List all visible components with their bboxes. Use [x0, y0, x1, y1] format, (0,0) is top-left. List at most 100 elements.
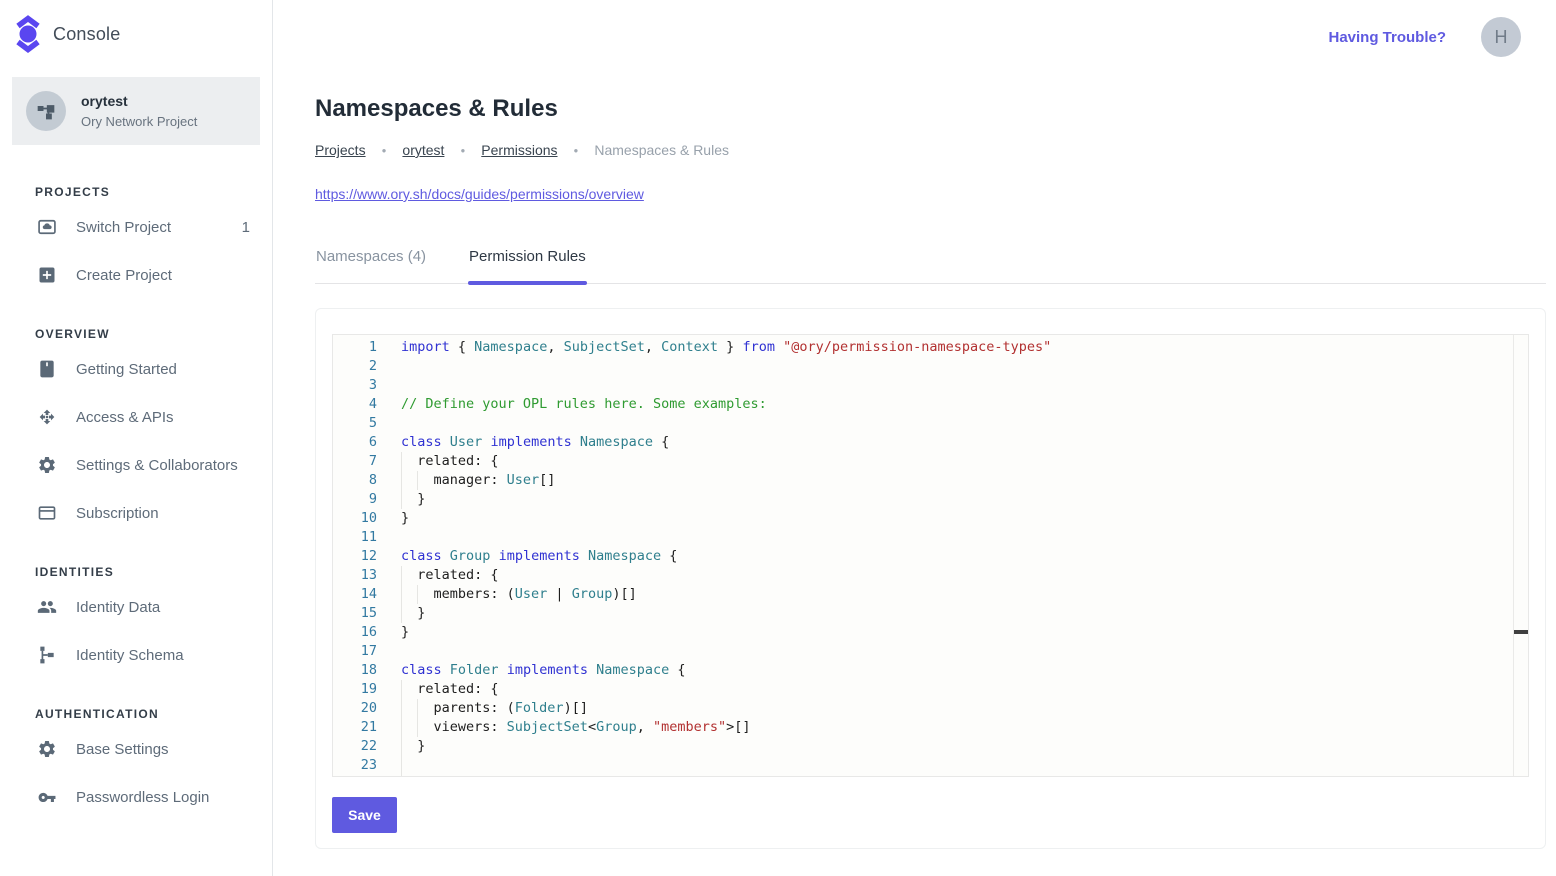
- sidebar-item-base-settings[interactable]: Base Settings: [0, 725, 272, 773]
- project-info: orytest Ory Network Project: [81, 93, 197, 129]
- line-number: 21: [333, 718, 401, 737]
- code-line: 17: [333, 642, 1513, 661]
- indent-guide: [401, 452, 417, 471]
- code-line: 5: [333, 414, 1513, 433]
- main-area: Having Trouble? H Namespaces & Rules Pro…: [273, 0, 1556, 876]
- code-line-text: parents: (Folder)[]: [401, 699, 588, 718]
- user-avatar[interactable]: H: [1481, 17, 1521, 57]
- scrollbar-thumb[interactable]: [1514, 630, 1528, 634]
- sidebar-item-label: Passwordless Login: [76, 789, 209, 806]
- code-line: 22}: [333, 737, 1513, 756]
- line-number: 11: [333, 528, 401, 547]
- indent-guide: [401, 737, 417, 756]
- code-line-text: class Folder implements Namespace {: [401, 661, 686, 680]
- code-line-text: }: [401, 623, 409, 642]
- line-number: 12: [333, 547, 401, 566]
- sidebar-item-switch-project[interactable]: Switch Project 1: [0, 203, 272, 251]
- sidebar-item-label: Identity Schema: [76, 647, 184, 664]
- line-number: 13: [333, 566, 401, 585]
- line-number: 10: [333, 509, 401, 528]
- save-button[interactable]: Save: [332, 797, 397, 833]
- indent-guide: [417, 471, 433, 490]
- indent-guide: [401, 585, 417, 604]
- line-number: 24: [333, 775, 401, 776]
- code-line: 23: [333, 756, 1513, 775]
- sidebar-item-label: Create Project: [76, 267, 172, 284]
- sidebar-item-badge: 1: [242, 219, 250, 236]
- code-line-text: related: {: [401, 452, 499, 471]
- sidebar-item-label: Switch Project: [76, 219, 171, 236]
- line-number: 3: [333, 376, 401, 395]
- code-line-text: class User implements Namespace {: [401, 433, 669, 452]
- code-line: 10}: [333, 509, 1513, 528]
- tab-namespaces-4[interactable]: Namespaces (4): [315, 248, 427, 283]
- line-number: 6: [333, 433, 401, 452]
- sidebar-item-label: Base Settings: [76, 741, 169, 758]
- indent-guide: [401, 604, 417, 623]
- breadcrumb: Projects●orytest●Permissions●Namespaces …: [315, 142, 1546, 158]
- sitemap-icon: [36, 101, 56, 121]
- code-line-text: }: [401, 490, 425, 509]
- code-line-text: import { Namespace, SubjectSet, Context …: [401, 338, 1051, 357]
- code-line-text: }: [401, 509, 409, 528]
- code-line: 20parents: (Folder)[]: [333, 699, 1513, 718]
- code-line: 3: [333, 376, 1513, 395]
- topbar: Having Trouble? H: [273, 0, 1556, 74]
- code-line: 2: [333, 357, 1513, 376]
- line-number: 2: [333, 357, 401, 376]
- sidebar-item-create-project[interactable]: Create Project: [0, 251, 272, 299]
- indent-guide: [401, 775, 417, 776]
- indent-guide: [417, 699, 433, 718]
- sidebar-item-getting-started[interactable]: Getting Started: [0, 345, 272, 393]
- home-logo-link[interactable]: Console: [0, 0, 272, 65]
- indent-guide: [401, 680, 417, 699]
- sidebar-item-subscription[interactable]: Subscription: [0, 489, 272, 537]
- identity-schema-icon: [37, 645, 57, 665]
- switch-project-icon: [37, 217, 57, 237]
- breadcrumb-link[interactable]: Permissions: [481, 142, 557, 158]
- line-number: 15: [333, 604, 401, 623]
- opl-code-editor[interactable]: 1import { Namespace, SubjectSet, Context…: [332, 334, 1529, 777]
- sidebar-item-settings-collaborators[interactable]: Settings & Collaborators: [0, 441, 272, 489]
- indent-guide: [401, 471, 417, 490]
- code-line: 21viewers: SubjectSet<Group, "members">[…: [333, 718, 1513, 737]
- line-number: 17: [333, 642, 401, 661]
- docs-link[interactable]: https://www.ory.sh/docs/guides/permissio…: [315, 186, 644, 202]
- having-trouble-link[interactable]: Having Trouble?: [1328, 29, 1446, 46]
- breadcrumb-link[interactable]: orytest: [402, 142, 444, 158]
- indent-guide: [401, 566, 417, 585]
- line-number: 19: [333, 680, 401, 699]
- breadcrumb-separator-icon: ●: [460, 146, 465, 155]
- code-area: 1import { Namespace, SubjectSet, Context…: [333, 335, 1513, 776]
- project-selector[interactable]: orytest Ory Network Project: [12, 77, 260, 145]
- create-project-icon: [37, 265, 57, 285]
- sidebar-item-identity-data[interactable]: Identity Data: [0, 583, 272, 631]
- line-number: 22: [333, 737, 401, 756]
- line-number: 18: [333, 661, 401, 680]
- sidebar: Console orytest Ory Network Project PROJ…: [0, 0, 273, 876]
- sidebar-item-access-apis[interactable]: Access & APIs: [0, 393, 272, 441]
- subscription-icon: [37, 503, 57, 523]
- tab-permission-rules[interactable]: Permission Rules: [468, 248, 587, 283]
- line-number: 16: [333, 623, 401, 642]
- code-line: 8manager: User[]: [333, 471, 1513, 490]
- code-line: 15}: [333, 604, 1513, 623]
- project-name: orytest: [81, 93, 197, 109]
- code-line: 9}: [333, 490, 1513, 509]
- sidebar-item-identity-schema[interactable]: Identity Schema: [0, 631, 272, 679]
- sidebar-item-passwordless-login[interactable]: Passwordless Login: [0, 773, 272, 821]
- page-content: Namespaces & Rules Projects●orytest●Perm…: [273, 94, 1556, 849]
- code-line: 1import { Namespace, SubjectSet, Context…: [333, 338, 1513, 357]
- project-type: Ory Network Project: [81, 114, 197, 129]
- editor-scrollbar[interactable]: [1513, 335, 1528, 776]
- page-title: Namespaces & Rules: [315, 94, 1546, 124]
- passwordless-icon: [37, 787, 57, 807]
- code-line-text: [401, 756, 417, 775]
- line-number: 5: [333, 414, 401, 433]
- sidebar-item-label: Settings & Collaborators: [76, 457, 238, 474]
- breadcrumb-link[interactable]: Projects: [315, 142, 366, 158]
- indent-guide: [401, 718, 417, 737]
- code-line-text: related: {: [401, 680, 499, 699]
- access-apis-icon: [37, 407, 57, 427]
- tab-bar: Namespaces (4) Permission Rules: [315, 248, 1546, 284]
